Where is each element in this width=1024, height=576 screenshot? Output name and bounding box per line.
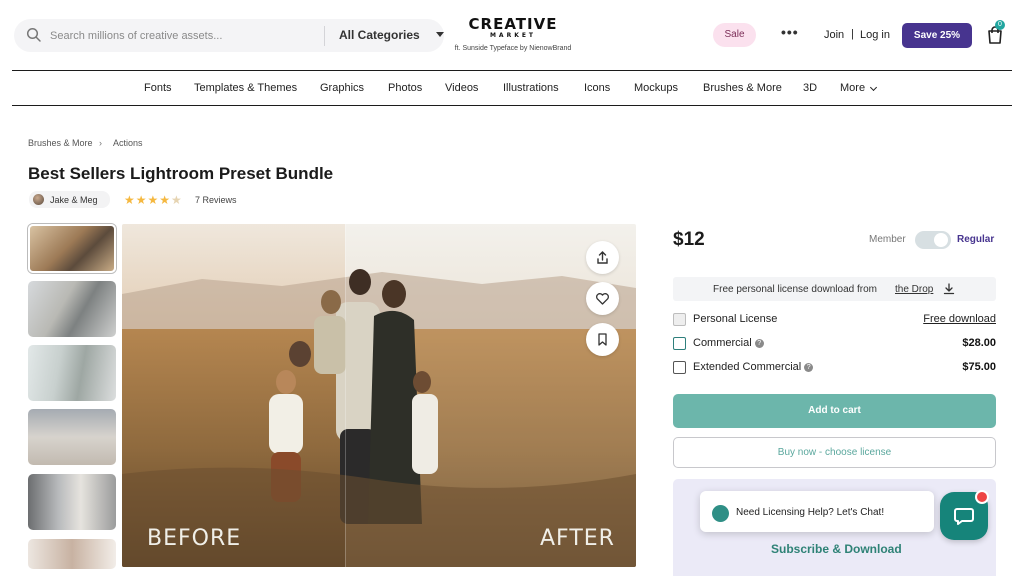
share-button[interactable]	[586, 241, 619, 274]
chat-icon	[954, 508, 974, 525]
before-after-divider[interactable]	[345, 224, 346, 567]
product-main-image[interactable]	[122, 224, 636, 567]
chat-diamond-icon	[712, 505, 729, 522]
toggle-knob	[934, 233, 948, 247]
regular-price-label[interactable]: Regular	[957, 234, 994, 245]
login-link[interactable]: Log in	[860, 29, 890, 41]
commercial-license-price: $28.00	[962, 337, 996, 349]
filled-stars: ★★★★	[124, 193, 172, 207]
category-nav: Fonts Templates & Themes Graphics Photos…	[12, 70, 1012, 106]
logo-wordmark-sub: MARKET	[489, 32, 537, 39]
search-icon[interactable]	[26, 27, 42, 43]
nav-item-graphics[interactable]: Graphics	[320, 82, 364, 94]
rating-stars[interactable]: ★★★★★	[124, 193, 183, 207]
personal-license-checkbox[interactable]	[673, 313, 686, 326]
thumbnail-6[interactable]	[28, 539, 116, 569]
heart-icon	[596, 293, 609, 305]
nav-item-fonts[interactable]: Fonts	[144, 82, 172, 94]
member-price-label[interactable]: Member	[869, 234, 906, 245]
bookmark-button[interactable]	[586, 323, 619, 356]
site-logo[interactable]: CREATIVE MARKET ft. Sunside Typeface by …	[446, 16, 580, 52]
member-regular-toggle[interactable]	[915, 231, 951, 249]
free-license-text: Free personal license download from	[713, 284, 877, 295]
buy-now-button[interactable]: Buy now - choose license	[673, 437, 996, 468]
breadcrumb-actions[interactable]: Actions	[113, 138, 143, 148]
author-avatar	[33, 194, 44, 205]
site-header: All Categories CREATIVE MARKET ft. Sunsi…	[0, 0, 1024, 70]
chevron-down-icon[interactable]	[869, 83, 878, 92]
caret-down-icon[interactable]	[436, 32, 444, 37]
chat-prompt-text[interactable]: Need Licensing Help? Let's Chat!	[736, 507, 884, 518]
free-download-link[interactable]: Free download	[923, 313, 996, 325]
breadcrumb-brushes-more[interactable]: Brushes & More	[28, 138, 93, 148]
commercial-license-text: Commercial	[693, 337, 752, 349]
cart-count-badge: 0	[995, 20, 1005, 30]
license-option-extended-commercial[interactable]: Extended Commercial? $75.00	[673, 360, 996, 378]
sale-button[interactable]: Sale	[713, 23, 756, 47]
nav-item-mockups[interactable]: Mockups	[634, 82, 678, 94]
commercial-license-checkbox[interactable]	[673, 337, 686, 350]
thumbnail-1[interactable]	[28, 224, 116, 273]
extended-commercial-label: Extended Commercial?	[693, 361, 814, 373]
thumbnail-4[interactable]	[28, 409, 116, 465]
bookmark-icon	[598, 333, 607, 346]
join-link[interactable]: Join	[824, 29, 844, 41]
info-icon[interactable]: ?	[804, 363, 814, 372]
search-bar: All Categories	[14, 19, 444, 52]
nav-item-more[interactable]: More	[840, 82, 865, 94]
license-option-personal[interactable]: Personal License Free download	[673, 312, 996, 330]
share-icon	[597, 251, 608, 264]
extended-commercial-price: $75.00	[962, 361, 996, 373]
the-drop-link[interactable]: the Drop	[895, 284, 933, 295]
nav-item-icons[interactable]: Icons	[584, 82, 610, 94]
extended-commercial-checkbox[interactable]	[673, 361, 686, 374]
before-after-photo	[122, 224, 636, 567]
nav-item-brushes-more[interactable]: Brushes & More	[703, 82, 782, 94]
save-25-button[interactable]: Save 25%	[902, 23, 972, 48]
author-name[interactable]: Jake & Meg	[50, 195, 98, 205]
category-select[interactable]: All Categories	[339, 28, 420, 42]
search-input[interactable]	[50, 25, 320, 47]
search-divider	[324, 26, 325, 46]
breadcrumb-separator: ›	[99, 138, 102, 148]
info-icon[interactable]: ?	[754, 339, 764, 348]
more-options-icon[interactable]: •••	[781, 24, 799, 40]
auth-separator: |	[851, 28, 854, 40]
nav-item-videos[interactable]: Videos	[445, 82, 478, 94]
nav-item-photos[interactable]: Photos	[388, 82, 422, 94]
download-icon[interactable]	[942, 282, 956, 296]
after-label: AFTER	[540, 526, 615, 551]
personal-license-label: Personal License	[693, 313, 778, 325]
nav-item-3d[interactable]: 3D	[803, 82, 817, 94]
subscribe-download-link[interactable]: Subscribe & Download	[771, 542, 902, 556]
nav-item-illustrations[interactable]: Illustrations	[503, 82, 559, 94]
extended-commercial-text: Extended Commercial	[693, 361, 802, 373]
thumbnail-3[interactable]	[28, 345, 116, 401]
nav-item-templates-themes[interactable]: Templates & Themes	[194, 82, 297, 94]
product-title: Best Sellers Lightroom Preset Bundle	[28, 164, 334, 183]
add-to-cart-button[interactable]: Add to cart	[673, 394, 996, 428]
favorite-button[interactable]	[586, 282, 619, 315]
license-option-commercial[interactable]: Commercial? $28.00	[673, 336, 996, 354]
before-label: BEFORE	[147, 526, 242, 551]
logo-wordmark: CREATIVE	[468, 15, 558, 33]
thumbnail-2[interactable]	[28, 281, 116, 337]
logo-font-credit: ft. Sunside Typeface by NienowBrand	[454, 45, 572, 52]
half-star: ★	[171, 193, 183, 207]
product-price: $12	[673, 229, 705, 250]
reviews-link[interactable]: 7 Reviews	[195, 195, 237, 205]
thumbnail-5[interactable]	[28, 474, 116, 530]
commercial-license-label: Commercial?	[693, 337, 764, 349]
notification-dot	[975, 490, 989, 504]
